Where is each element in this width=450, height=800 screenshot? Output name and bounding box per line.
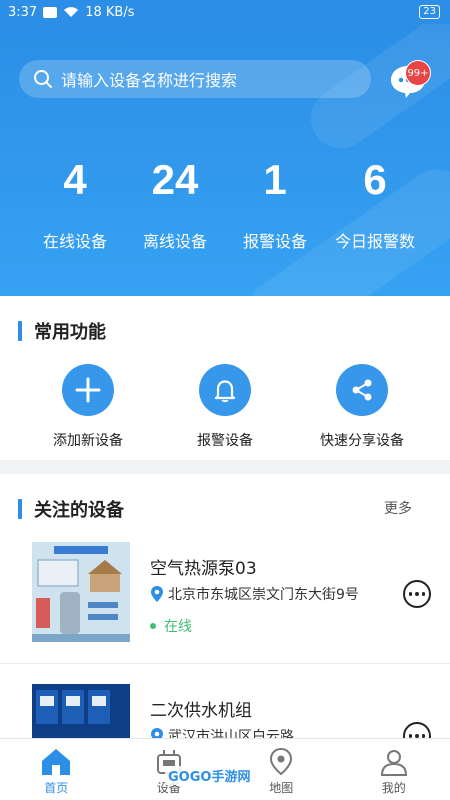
stat-label: 今日报警数: [334, 232, 415, 251]
stat-today-alarm[interactable]: 6 今日报警数: [325, 154, 425, 252]
section-marker: [18, 499, 22, 519]
status-time: 3:37: [8, 4, 38, 20]
message-badge: 99+: [405, 60, 431, 86]
stat-value: 1: [263, 156, 287, 203]
device-address-text: 武汉市洪山区白云路: [168, 729, 294, 738]
plus-icon: [62, 364, 114, 416]
followed-devices-card: 关注的设备 更多 空气热源泵03 北京市东城区崇文门东大街9号 在线 二次供水机…: [0, 474, 450, 738]
device-item[interactable]: 空气热源泵03 北京市东城区崇文门东大街9号 在线: [0, 542, 450, 670]
device-address-text: 北京市东城区崇文门东大街9号: [168, 587, 359, 603]
share-device-button[interactable]: 快速分享设备: [302, 364, 422, 450]
battery-icon: 23: [419, 5, 440, 19]
device-name: 空气热源泵03: [150, 559, 257, 579]
device-thumbnail: [32, 684, 130, 738]
map-pin-icon: [270, 747, 293, 776]
section-title-text: 关注的设备: [34, 500, 124, 521]
network-speed: 18 KB/s: [85, 4, 135, 20]
device-status-text: 在线: [164, 619, 192, 635]
dashboard-header: 请输入设备名称进行搜索 99+ 4 在线设备 24 离线设备 1 报警设备 6 …: [0, 24, 450, 296]
device-status: 在线: [150, 616, 192, 636]
stat-label: 报警设备: [242, 232, 307, 251]
status-bar: 3:37 18 KB/s 23: [0, 0, 450, 24]
tab-profile[interactable]: 我的: [338, 739, 450, 800]
tab-home[interactable]: 首页: [0, 739, 113, 800]
home-icon: [42, 749, 71, 775]
device-address: 武汉市洪山区白云路: [150, 726, 294, 738]
function-label: 快速分享设备: [320, 433, 404, 449]
tab-label: 我的: [381, 781, 406, 795]
section-title: 关注的设备: [18, 496, 124, 522]
stat-alarm[interactable]: 1 报警设备: [225, 154, 325, 252]
common-functions-card: 常用功能 添加新设备 报警设备 快速分享设备: [0, 296, 450, 460]
search-placeholder: 请输入设备名称进行搜索: [61, 71, 238, 90]
search-icon: [34, 70, 52, 88]
device-stats: 4 在线设备 24 离线设备 1 报警设备 6 今日报警数: [25, 154, 425, 252]
divider: [0, 663, 450, 664]
device-address: 北京市东城区崇文门东大街9号: [150, 584, 359, 604]
status-dot: [150, 623, 156, 629]
section-marker: [18, 321, 22, 341]
search-input[interactable]: 请输入设备名称进行搜索: [19, 60, 371, 98]
stat-label: 在线设备: [42, 232, 107, 251]
watermark: GOGO手游网: [165, 766, 254, 785]
stat-online[interactable]: 4 在线设备: [25, 154, 125, 252]
section-title-text: 常用功能: [34, 322, 106, 343]
share-icon: [336, 364, 388, 416]
bell-icon: [199, 364, 251, 416]
user-icon: [380, 750, 407, 776]
watermark-text: GOGO手游网: [168, 770, 251, 785]
device-item[interactable]: 二次供水机组 武汉市洪山区白云路: [0, 684, 450, 738]
stat-label: 离线设备: [142, 232, 207, 251]
notification-icon: [43, 6, 58, 18]
section-title: 常用功能: [18, 318, 106, 344]
stat-value: 4: [63, 156, 87, 203]
more-options-icon[interactable]: [403, 580, 431, 608]
device-name: 二次供水机组: [150, 701, 252, 721]
stat-value: 6: [363, 156, 387, 203]
tab-label: 地图: [269, 781, 294, 795]
function-label: 添加新设备: [53, 433, 123, 449]
wifi-icon: [64, 7, 79, 17]
more-link[interactable]: 更多: [384, 498, 412, 518]
more-options-icon[interactable]: [403, 722, 431, 738]
location-pin-icon: [151, 586, 163, 602]
function-label: 报警设备: [197, 433, 253, 449]
device-thumbnail: [32, 542, 130, 642]
stat-offline[interactable]: 24 离线设备: [125, 154, 225, 252]
alarm-devices-button[interactable]: 报警设备: [165, 364, 285, 450]
stat-value: 24: [151, 156, 199, 203]
location-pin-icon: [151, 728, 163, 738]
add-device-button[interactable]: 添加新设备: [28, 364, 148, 450]
tab-label: 首页: [44, 781, 69, 795]
